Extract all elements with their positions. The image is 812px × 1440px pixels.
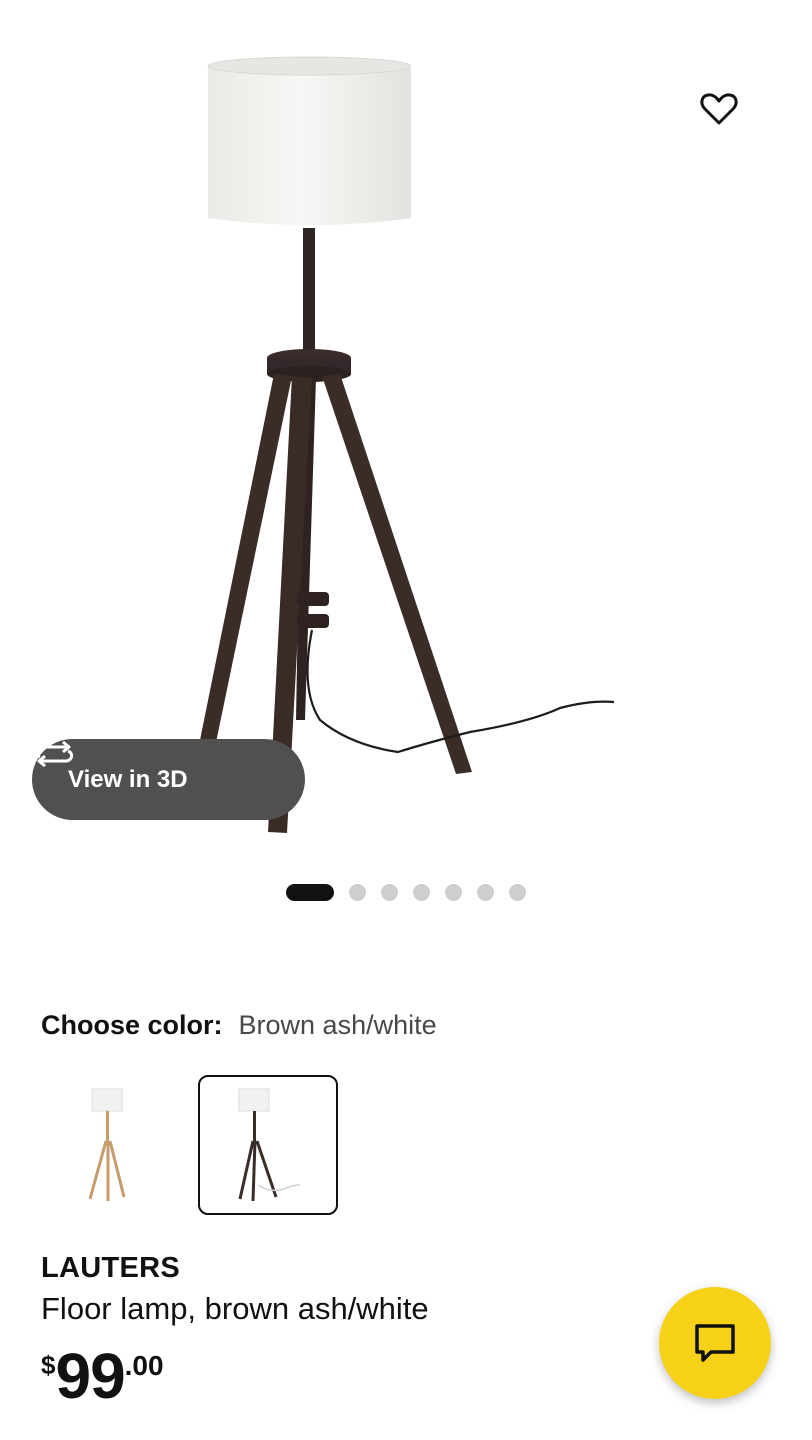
- product-image-carousel[interactable]: View in 3D: [0, 0, 812, 860]
- choose-color-label: Choose color:: [41, 1010, 223, 1040]
- lamp-thumbnail-light: [88, 1088, 126, 1201]
- view-in-3d-button[interactable]: View in 3D: [32, 739, 305, 820]
- pagination-dot[interactable]: [381, 883, 398, 901]
- color-swatch-brown-ash-white[interactable]: [198, 1075, 338, 1215]
- view-in-3d-label: View in 3D: [68, 765, 188, 793]
- chat-button[interactable]: [659, 1287, 771, 1399]
- price-currency: $: [41, 1350, 56, 1380]
- selected-color-value: Brown ash/white: [238, 1010, 437, 1040]
- price-integer: 99: [55, 1340, 125, 1412]
- color-swatch-ash-white[interactable]: [40, 1075, 180, 1215]
- price-decimal: .00: [124, 1350, 164, 1381]
- color-selector-label: Choose color: Brown ash/white: [41, 1010, 437, 1041]
- pagination-dot[interactable]: [477, 883, 494, 901]
- favorite-button[interactable]: [700, 92, 762, 154]
- pagination-dot[interactable]: [509, 883, 526, 901]
- heart-outline-icon: [700, 93, 738, 125]
- rotate-3d-icon: [34, 740, 74, 768]
- lamp-product-image: [198, 56, 615, 833]
- pagination-dot[interactable]: [445, 883, 462, 901]
- pagination-dot-active[interactable]: [286, 883, 334, 901]
- chat-bubble-icon: [695, 1324, 735, 1362]
- pagination-dot[interactable]: [349, 883, 366, 901]
- product-description: Floor lamp, brown ash/white: [41, 1291, 429, 1326]
- pagination-dot[interactable]: [413, 883, 430, 901]
- product-price: $99.00: [41, 1344, 164, 1408]
- carousel-pagination: [0, 883, 812, 901]
- product-name: LAUTERS: [41, 1252, 181, 1284]
- lamp-thumbnail-dark: [238, 1088, 301, 1202]
